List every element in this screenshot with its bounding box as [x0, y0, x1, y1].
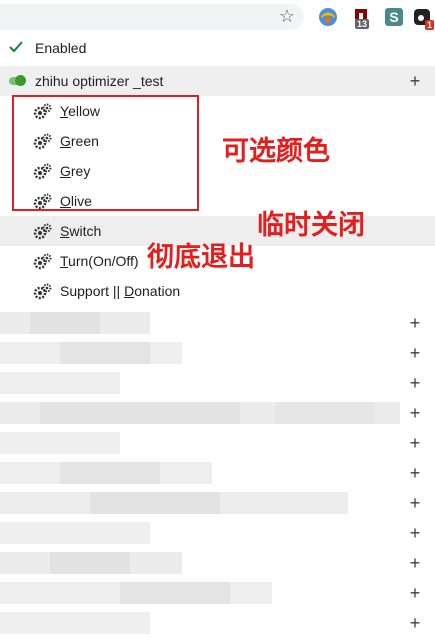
blurred-row[interactable]: +: [0, 488, 435, 518]
dark-extension-icon[interactable]: 1: [413, 7, 435, 30]
expand-plus-icon[interactable]: +: [407, 458, 423, 488]
blurred-row[interactable]: +: [0, 308, 435, 338]
blurred-row[interactable]: +: [0, 458, 435, 488]
expand-plus-icon[interactable]: +: [407, 66, 423, 96]
menu-item-support-donation[interactable]: Support || Donation: [0, 276, 435, 306]
expand-plus-icon[interactable]: +: [407, 338, 423, 368]
gears-icon: [33, 283, 52, 300]
checkmark-icon: [9, 41, 23, 53]
annotation-exit: 彻底退出: [147, 242, 255, 273]
star-icon[interactable]: ☆: [277, 6, 297, 26]
menu-item-label: Switch: [60, 223, 102, 239]
blurred-row[interactable]: +: [0, 608, 435, 638]
expand-plus-icon[interactable]: +: [407, 518, 423, 548]
expand-plus-icon[interactable]: +: [407, 398, 423, 428]
enabled-item[interactable]: Enabled: [0, 33, 435, 63]
extension-badge: 13: [355, 19, 370, 29]
gears-icon: [33, 253, 52, 270]
blurred-row[interactable]: +: [0, 428, 435, 458]
extension-header-row[interactable]: zhihu optimizer _test +: [0, 66, 435, 96]
expand-plus-icon[interactable]: +: [407, 548, 423, 578]
browser-toolbar: ☆ 13 S 1: [0, 0, 435, 34]
blurred-row[interactable]: +: [0, 518, 435, 548]
svg-text:S: S: [389, 9, 398, 25]
blurred-row[interactable]: +: [0, 578, 435, 608]
gears-icon: [33, 223, 52, 240]
expand-plus-icon[interactable]: +: [407, 368, 423, 398]
s-extension-icon[interactable]: S: [384, 7, 404, 27]
menu-item-label: Turn(On/Off): [60, 253, 139, 269]
address-bar[interactable]: [0, 4, 304, 30]
blurred-row[interactable]: +: [0, 338, 435, 368]
colorful-ball-extension-icon[interactable]: [318, 7, 338, 27]
blurred-row[interactable]: +: [0, 398, 435, 428]
expand-plus-icon[interactable]: +: [407, 308, 423, 338]
shield-extension-icon[interactable]: 13: [351, 7, 371, 29]
expand-plus-icon[interactable]: +: [407, 488, 423, 518]
enabled-label: Enabled: [35, 40, 87, 56]
blurred-row[interactable]: +: [0, 548, 435, 578]
blurred-row[interactable]: +: [0, 368, 435, 398]
color-options-highlight-box: [12, 95, 199, 211]
expand-plus-icon[interactable]: +: [407, 608, 423, 638]
extension-badge: 1: [425, 20, 435, 30]
annotation-temp-close: 临时关闭: [257, 210, 365, 241]
menu-item-label: Support || Donation: [60, 283, 181, 299]
extension-name: zhihu optimizer _test: [35, 73, 164, 89]
annotation-colors: 可选颜色: [222, 136, 330, 167]
expand-plus-icon[interactable]: +: [407, 578, 423, 608]
expand-plus-icon[interactable]: +: [407, 428, 423, 458]
toggle-icon: [9, 75, 26, 86]
